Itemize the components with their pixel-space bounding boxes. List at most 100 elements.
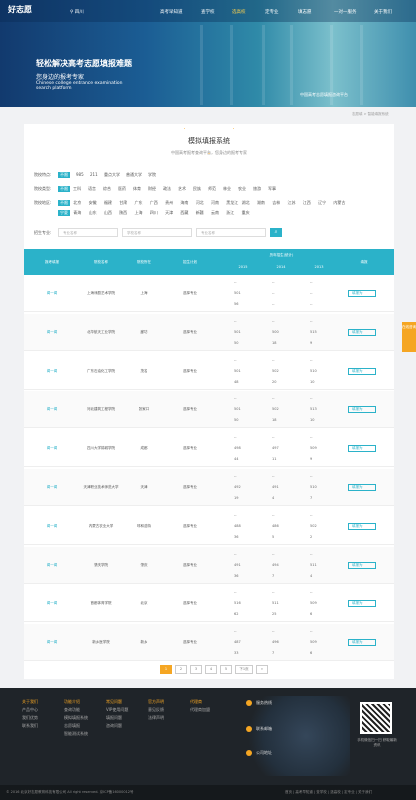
nav-item[interactable]: 关于我们 [374,9,392,15]
footer-link[interactable]: 我们优势 [22,714,38,722]
filter-option[interactable]: 江西 [303,200,311,206]
filter-option[interactable]: 浙江 [226,210,234,216]
fill-button[interactable]: 填报为 [348,639,376,647]
filter-option[interactable]: 不限 [58,200,70,206]
major-name-input[interactable]: 专业名称 [196,228,266,237]
page-button[interactable]: 4 [205,665,217,674]
filter-option[interactable]: 湖北 [242,200,250,206]
filter-option[interactable]: 黑龙江 [226,200,238,206]
filter-option[interactable]: 工科 [73,186,81,192]
plan-select[interactable]: 选择专业 [170,563,210,568]
nav-item[interactable]: 填志愿 [298,9,312,15]
filter-option[interactable]: 四川 [150,210,158,216]
footer-link[interactable]: 咨询问题 [106,722,128,730]
filter-option[interactable]: 北京 [73,200,81,206]
nav-item[interactable]: 查学校 [201,9,215,15]
major-input[interactable]: 专业名称 [58,228,118,237]
fill-button[interactable]: 填报为 [348,406,376,414]
plan-select[interactable]: 选择专业 [170,369,210,374]
plan-select[interactable]: 选择专业 [170,291,210,296]
footer-link[interactable]: 产品中心 [22,706,38,714]
nav-item[interactable]: 一对一服务 [334,9,357,15]
fill-button[interactable]: 填报为 [348,445,376,453]
filter-option[interactable]: 宁夏 [58,210,70,216]
filter-option[interactable]: 体育 [133,186,141,192]
online-consult-tab[interactable]: 在线咨询 [402,322,416,352]
filter-option[interactable]: 广东 [135,200,143,206]
filter-option[interactable]: 江苏 [288,200,296,206]
fill-button[interactable]: 填报为 [348,290,376,297]
filter-option[interactable]: 河南 [211,200,219,206]
filter-option[interactable]: 重庆 [242,210,250,216]
footer-link[interactable]: VIP使用问题 [106,706,128,714]
filter-option[interactable]: 山西 [104,210,112,216]
filter-option[interactable]: 211 [90,172,98,177]
fill-button[interactable]: 填报为 [348,328,376,336]
nav-item[interactable]: 定专业 [265,9,279,15]
footer-link[interactable]: 联系我们 [22,722,38,730]
filter-option[interactable]: 西藏 [180,210,188,216]
filter-option[interactable]: 军事 [268,186,276,192]
footer-link[interactable]: 填报问题 [106,714,128,722]
location-selector[interactable]: ⚲ 四川 [70,9,84,15]
filter-option[interactable]: 重点大学 [104,172,120,178]
page-button[interactable]: 下1页 [235,665,253,674]
plan-select[interactable]: 选择专业 [170,407,210,412]
fill-button[interactable]: 填报为 [348,600,376,608]
page-button[interactable]: 5 [220,665,232,674]
filter-option[interactable]: 海南 [180,200,188,206]
action-link[interactable]: 闻一闻 [32,330,72,335]
footer-link[interactable]: 代理商加盟 [190,706,210,714]
filter-option[interactable]: 农业 [238,186,246,192]
filter-option[interactable]: 林业 [223,186,231,192]
fill-button[interactable]: 填报为 [348,367,376,375]
fill-button[interactable]: 填报为 [348,522,376,530]
nav-item[interactable]: 选高校 [232,9,246,15]
plan-select[interactable]: 选择专业 [170,446,210,451]
filter-option[interactable]: 广西 [150,200,158,206]
filter-option[interactable]: 艺术 [178,186,186,192]
filter-option[interactable]: 青海 [73,210,81,216]
footer-link[interactable]: 意见反馈 [148,706,164,714]
footer-link[interactable]: 法律声明 [148,714,164,722]
filter-option[interactable]: 天津 [165,210,173,216]
filter-option[interactable]: 山东 [89,210,97,216]
filter-option[interactable]: 上海 [135,210,143,216]
footer-link[interactable]: 志愿填报 [64,722,88,730]
action-link[interactable]: 闻一闻 [32,369,72,374]
filter-option[interactable]: 医药 [118,186,126,192]
filter-option[interactable]: 湖南 [257,200,265,206]
action-link[interactable]: 闻一闻 [32,601,72,606]
action-link[interactable]: 闻一闻 [32,446,72,451]
filter-option[interactable]: 财经 [148,186,156,192]
plan-select[interactable]: 选择专业 [170,601,210,606]
filter-option[interactable]: 师范 [208,186,216,192]
filter-option[interactable]: 民族 [193,186,201,192]
filter-option[interactable]: 辽宁 [318,200,326,206]
footer-link[interactable]: 智能测试系统 [64,730,88,738]
filter-option[interactable]: 不限 [58,172,70,178]
fill-button[interactable]: 填报为 [348,484,376,491]
footer-link[interactable]: 查询功能 [64,706,88,714]
filter-option[interactable]: 内蒙古 [333,200,345,206]
filter-option[interactable]: 云南 [211,210,219,216]
action-link[interactable]: 闻一闻 [32,563,72,568]
filter-option[interactable]: 陕西 [119,210,127,216]
school-input[interactable]: 学校名称 [122,228,192,237]
filter-option[interactable]: 河北 [196,200,204,206]
filter-option[interactable]: 政法 [163,186,171,192]
filter-option[interactable]: 学院 [148,172,156,178]
filter-option[interactable]: 语言 [88,186,96,192]
filter-option[interactable]: 安徽 [89,200,97,206]
filter-option[interactable]: 985 [76,172,84,177]
search-button[interactable]: ⌕ [270,228,282,237]
filter-option[interactable]: 普通大学 [126,172,142,178]
filter-option[interactable]: 综合 [103,186,111,192]
nav-item[interactable]: 高考早知道 [160,9,183,15]
page-button[interactable]: 2 [175,665,187,674]
plan-select[interactable]: 选择专业 [170,640,210,645]
action-link[interactable]: 闻一闻 [32,407,72,412]
filter-option[interactable]: 贵州 [165,200,173,206]
filter-option[interactable]: 旅游 [253,186,261,192]
filter-option[interactable]: 福建 [104,200,112,206]
